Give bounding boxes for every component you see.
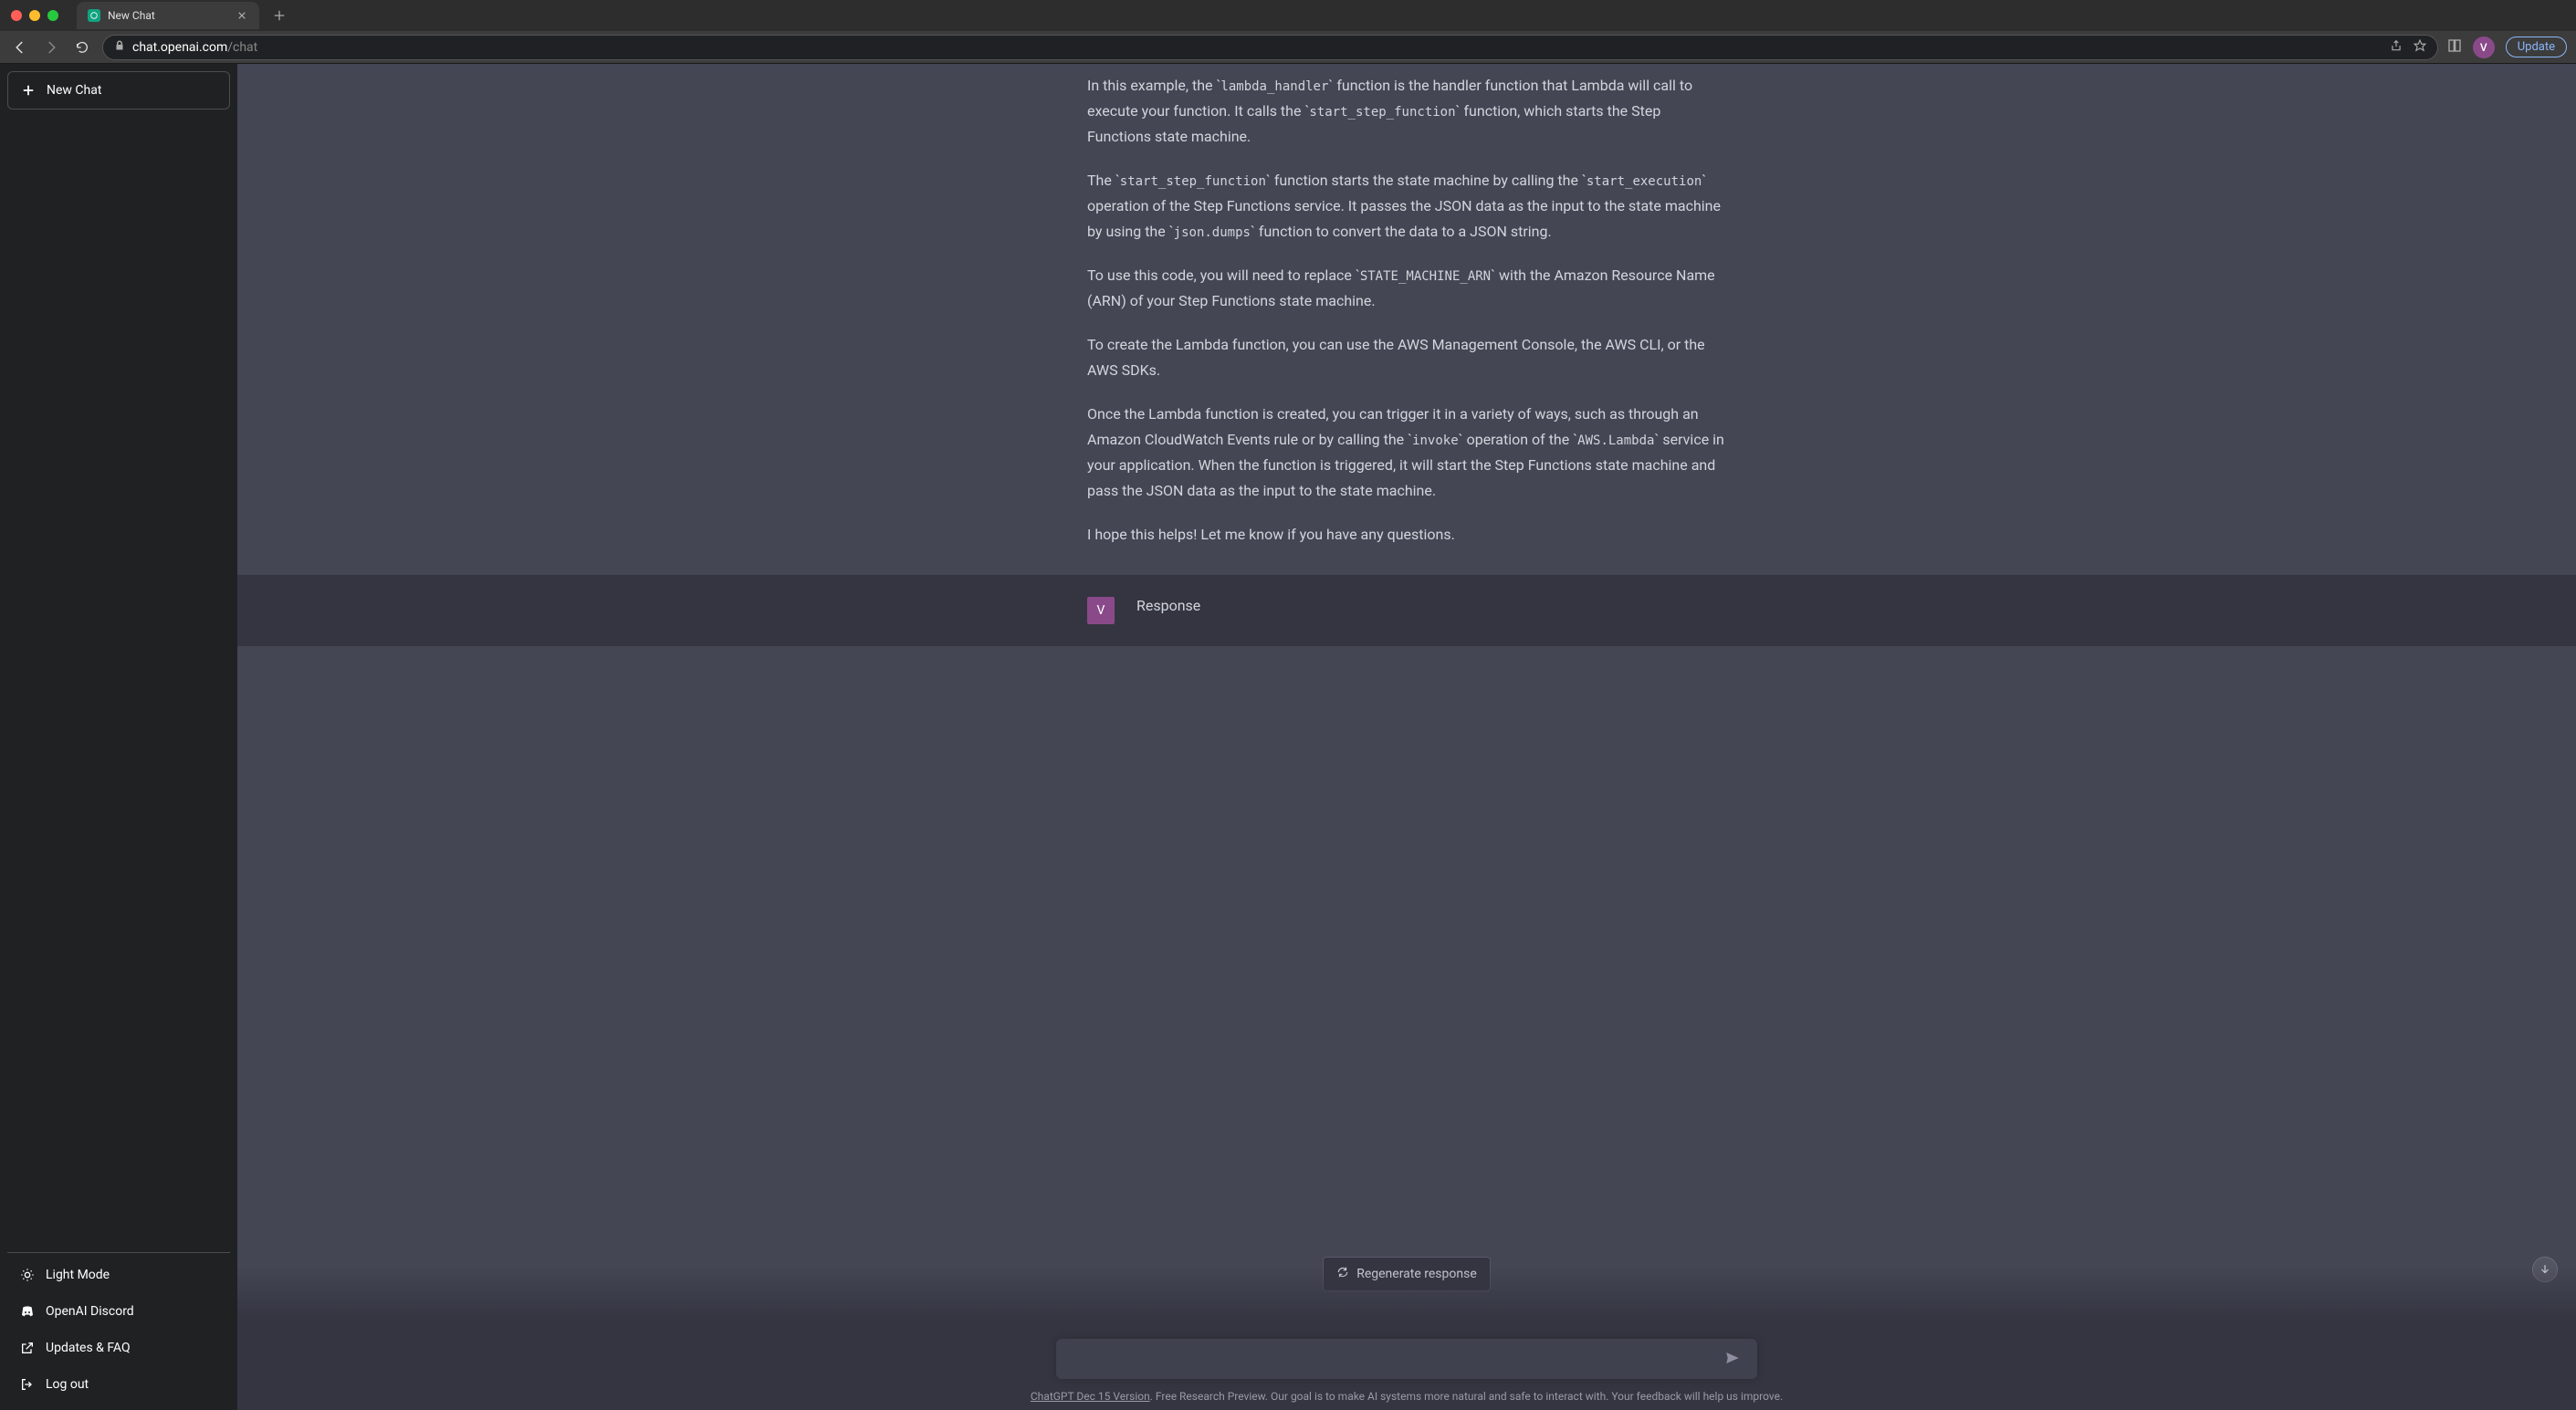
user-avatar: V [1087, 597, 1115, 624]
assistant-paragraph: To create the Lambda function, you can u… [1087, 332, 1726, 383]
profile-avatar[interactable]: V [2473, 37, 2495, 58]
external-link-icon [20, 1341, 35, 1355]
window-maximize-button[interactable] [47, 10, 58, 21]
address-bar[interactable]: chat.openai.com/chat [102, 35, 2438, 60]
app-root: New Chat Light Mode OpenAI Discord Upda [0, 64, 2576, 1410]
new-chat-label: New Chat [47, 83, 101, 98]
browser-tab-active[interactable]: New Chat [77, 2, 259, 29]
new-tab-button[interactable] [268, 5, 290, 26]
forward-button[interactable] [40, 37, 62, 58]
sidebar-item-label: Updates & FAQ [46, 1341, 131, 1355]
sidebar-item-discord[interactable]: OpenAI Discord [7, 1293, 230, 1330]
assistant-paragraph: To use this code, you will need to repla… [1087, 263, 1726, 314]
browser-tabs: New Chat [77, 0, 290, 31]
window-minimize-button[interactable] [29, 10, 40, 21]
tab-title: New Chat [108, 9, 155, 22]
back-button[interactable] [9, 37, 31, 58]
sidebar-item-log-out[interactable]: Log out [7, 1366, 230, 1403]
new-chat-button[interactable]: New Chat [7, 71, 230, 110]
assistant-message: In this example, the `lambda_handler` fu… [237, 64, 2576, 575]
sidebar-item-light-mode[interactable]: Light Mode [7, 1257, 230, 1293]
assistant-paragraph: The `start_step_function` function start… [1087, 168, 1726, 245]
reload-button[interactable] [71, 37, 93, 58]
main-content: In this example, the `lambda_handler` fu… [237, 64, 2576, 1410]
url-text: chat.openai.com/chat [132, 40, 2382, 55]
extensions-icon[interactable] [2447, 38, 2462, 57]
bookmark-icon[interactable] [2414, 39, 2426, 56]
regenerate-label: Regenerate response [1356, 1267, 1477, 1281]
discord-icon [20, 1304, 35, 1319]
chat-input-container[interactable] [1056, 1339, 1757, 1379]
refresh-icon [1336, 1266, 1349, 1282]
window-close-button[interactable] [11, 10, 22, 21]
assistant-paragraph: In this example, the `lambda_handler` fu… [1087, 73, 1726, 150]
plus-icon [21, 83, 36, 98]
update-button[interactable]: Update [2506, 37, 2567, 57]
logout-icon [20, 1377, 35, 1392]
regenerate-response-button[interactable]: Regenerate response [1323, 1257, 1491, 1291]
browser-toolbar: chat.openai.com/chat V Update [0, 31, 2576, 64]
sidebar: New Chat Light Mode OpenAI Discord Upda [0, 64, 237, 1410]
sidebar-item-updates-faq[interactable]: Updates & FAQ [7, 1330, 230, 1366]
chat-input[interactable] [1071, 1351, 1724, 1368]
sidebar-footer: Light Mode OpenAI Discord Updates & FAQ … [7, 1252, 230, 1403]
footer-version-link[interactable]: ChatGPT Dec 15 Version [1031, 1390, 1150, 1403]
lock-icon [114, 40, 125, 55]
tab-close-icon[interactable] [236, 9, 248, 22]
input-area: ChatGPT Dec 15 Version. Free Research Pr… [237, 1321, 2576, 1410]
sun-icon [20, 1268, 35, 1282]
chat-scroll-area[interactable]: In this example, the `lambda_handler` fu… [237, 64, 2576, 1321]
assistant-paragraph: I hope this helps! Let me know if you ha… [1087, 522, 1726, 548]
user-message-text: Response [1136, 597, 1200, 624]
sidebar-item-label: Light Mode [46, 1268, 110, 1282]
sidebar-item-label: Log out [46, 1377, 89, 1392]
sidebar-item-label: OpenAI Discord [46, 1304, 134, 1319]
footer-disclaimer: ChatGPT Dec 15 Version. Free Research Pr… [1012, 1390, 1801, 1403]
send-icon[interactable] [1724, 1350, 1743, 1368]
browser-titlebar: New Chat [0, 0, 2576, 31]
scroll-to-bottom-button[interactable] [2532, 1257, 2558, 1282]
assistant-paragraph: Once the Lambda function is created, you… [1087, 402, 1726, 504]
share-icon[interactable] [2390, 39, 2403, 56]
user-message-row: V Response [237, 575, 2576, 646]
window-controls [11, 10, 58, 21]
chatgpt-favicon-icon [88, 9, 100, 22]
